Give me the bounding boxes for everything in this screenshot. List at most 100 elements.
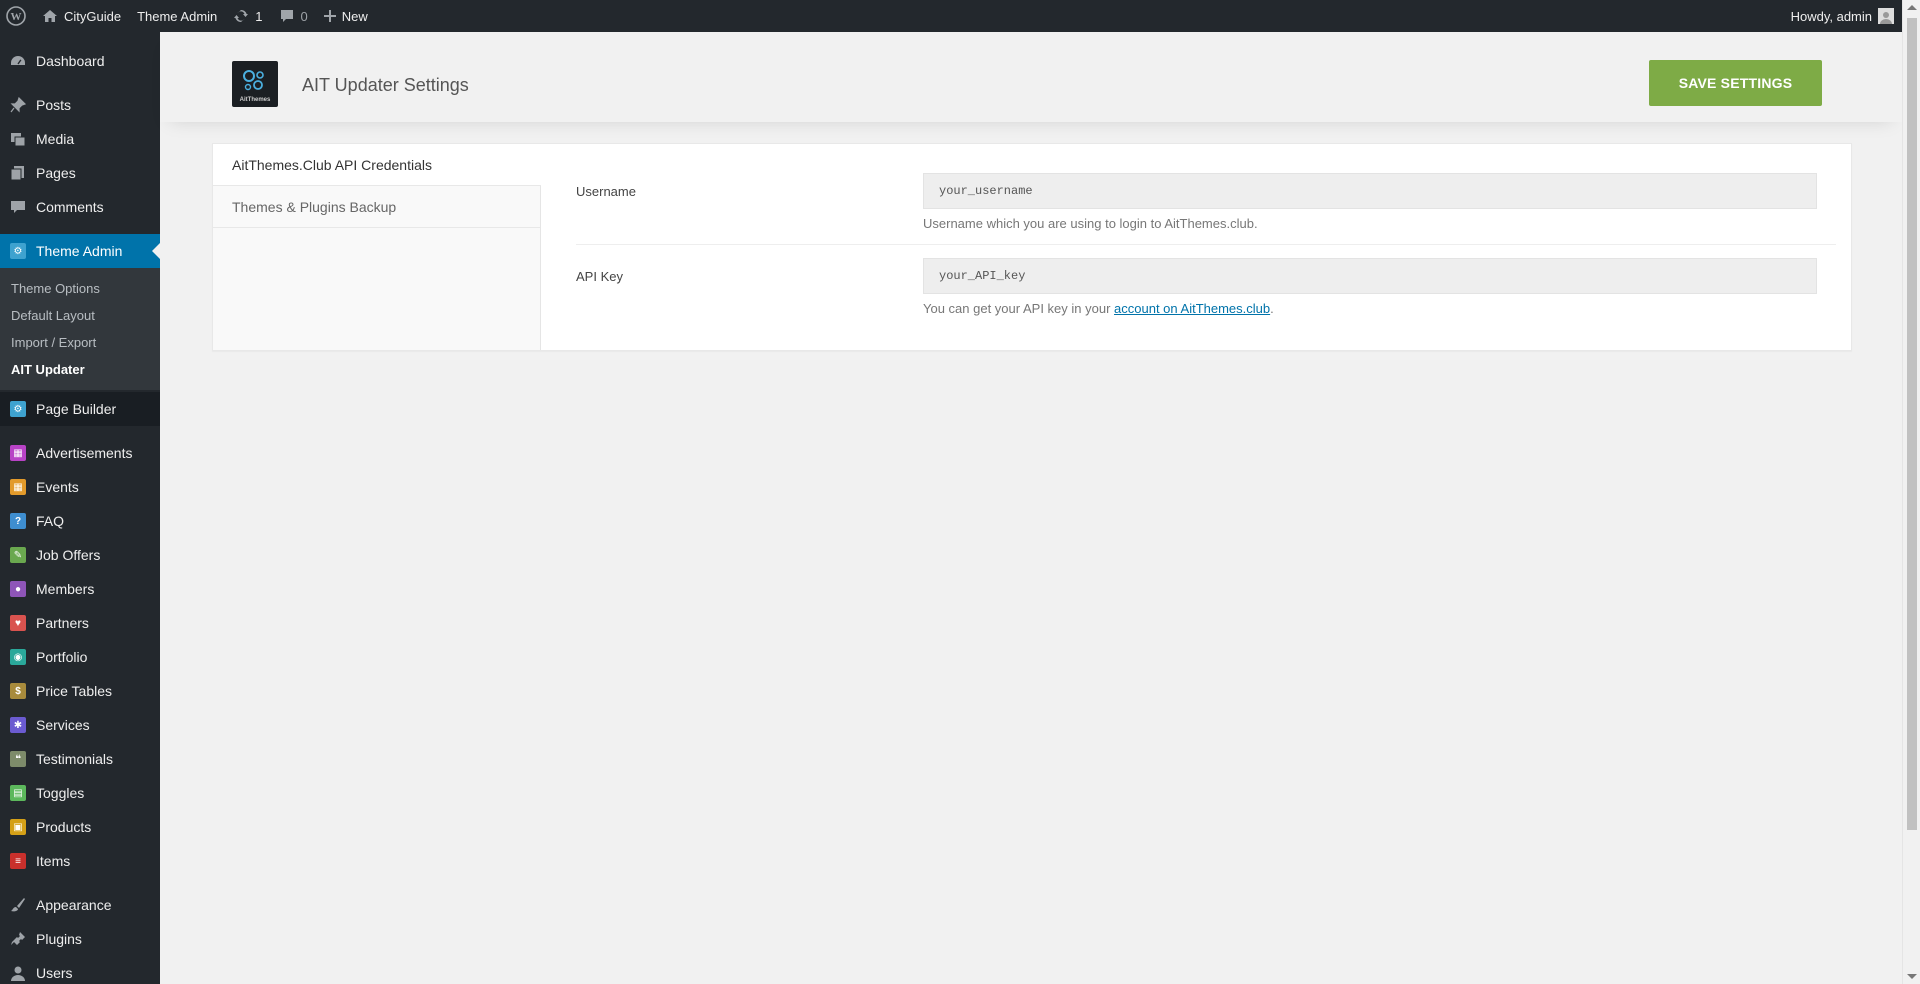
menu-label: FAQ: [36, 513, 65, 529]
aitthemes-account-link[interactable]: account on AitThemes.club: [1114, 301, 1270, 316]
menu-label: Items: [36, 853, 71, 869]
menu-partners[interactable]: ♥ Partners: [0, 606, 160, 640]
dashboard-icon: [10, 53, 26, 69]
menu-label: Theme Admin: [36, 243, 123, 259]
home-icon: [42, 9, 58, 23]
settings-tabs: AitThemes.Club API Credentials Themes & …: [213, 144, 541, 350]
comment-icon: [279, 8, 295, 24]
pin-icon: [10, 97, 26, 113]
menu-label: Users: [36, 965, 73, 981]
menu-label: Plugins: [36, 931, 82, 947]
apikey-help-suffix: .: [1270, 301, 1274, 316]
admin-sidebar: Dashboard Posts Media Pages Comments ⚙ T…: [0, 32, 160, 984]
menu-appearance[interactable]: Appearance: [0, 888, 160, 922]
menu-label: Pages: [36, 165, 76, 181]
site-name: CityGuide: [64, 8, 122, 24]
menu-label: Dashboard: [36, 53, 105, 69]
advertisements-icon: ▦: [10, 445, 26, 461]
list-icon: ≡: [10, 853, 26, 869]
menu-label: Services: [36, 717, 90, 733]
submenu-ait-updater[interactable]: AIT Updater: [0, 356, 160, 383]
menu-comments[interactable]: Comments: [0, 190, 160, 224]
menu-label: Toggles: [36, 785, 85, 801]
menu-label: Media: [36, 131, 75, 147]
menu-posts[interactable]: Posts: [0, 88, 160, 122]
menu-faq[interactable]: ? FAQ: [0, 504, 160, 538]
menu-label: Partners: [36, 615, 89, 631]
calendar-icon: ▦: [10, 479, 26, 495]
updates-link[interactable]: 1: [225, 0, 270, 32]
new-content-link[interactable]: New: [316, 0, 376, 32]
apikey-help: You can get your API key in your account…: [923, 301, 1274, 316]
user-icon: [10, 965, 26, 981]
username-field[interactable]: your_username: [923, 173, 1817, 209]
scrollbar-thumb[interactable]: [1907, 18, 1917, 830]
scroll-up-arrow-icon[interactable]: [1907, 5, 1917, 10]
save-settings-button[interactable]: SAVE SETTINGS: [1649, 60, 1822, 106]
scroll-down-arrow-icon[interactable]: [1907, 974, 1917, 979]
updates-count: 1: [255, 8, 263, 24]
toggles-icon: ▤: [10, 785, 26, 801]
tab-api-credentials[interactable]: AitThemes.Club API Credentials: [213, 144, 541, 186]
menu-label: Members: [36, 581, 95, 597]
menu-advertisements[interactable]: ▦ Advertisements: [0, 436, 160, 470]
job-offers-icon: ✎: [10, 547, 26, 563]
menu-job-offers[interactable]: ✎ Job Offers: [0, 538, 160, 572]
menu-media[interactable]: Media: [0, 122, 160, 156]
menu-testimonials[interactable]: ❝ Testimonials: [0, 742, 160, 776]
menu-page-builder[interactable]: ⚙ Page Builder: [0, 392, 160, 426]
menu-label: Comments: [36, 199, 104, 215]
dollar-icon: $: [10, 683, 26, 699]
menu-theme-admin[interactable]: ⚙ Theme Admin: [0, 234, 160, 268]
menu-label: Advertisements: [36, 445, 133, 461]
menu-label: Price Tables: [36, 683, 113, 699]
apikey-field[interactable]: your_API_key: [923, 258, 1817, 294]
theme-admin-link[interactable]: Theme Admin: [129, 0, 225, 32]
account-menu[interactable]: Howdy, admin: [1783, 0, 1902, 32]
menu-members[interactable]: ● Members: [0, 572, 160, 606]
aitthemes-logo: AitThemes: [232, 61, 278, 107]
menu-portfolio[interactable]: ◉ Portfolio: [0, 640, 160, 674]
new-label: New: [341, 8, 368, 24]
menu-products[interactable]: ▣ Products: [0, 810, 160, 844]
comments-icon: [10, 199, 26, 215]
menu-label: Posts: [36, 97, 72, 113]
services-gear-icon: ✱: [10, 717, 26, 733]
plug-icon: [10, 931, 26, 947]
page-scrollbar[interactable]: [1902, 0, 1920, 984]
theme-admin-submenu: Theme Options Default Layout Import / Ex…: [0, 268, 160, 390]
paintbrush-icon: [10, 897, 26, 913]
products-icon: ▣: [10, 819, 26, 835]
menu-label: Testimonials: [36, 751, 114, 767]
menu-users[interactable]: Users: [0, 956, 160, 984]
media-icon: [10, 131, 26, 147]
wordpress-logo-icon[interactable]: W: [0, 0, 34, 32]
admin-bar: W CityGuide Theme Admin 1 0 New Howdy, a…: [0, 0, 1902, 32]
menu-services[interactable]: ✱ Services: [0, 708, 160, 742]
menu-toggles[interactable]: ▤ Toggles: [0, 776, 160, 810]
site-name-link[interactable]: CityGuide: [34, 0, 129, 32]
tab-backup[interactable]: Themes & Plugins Backup: [213, 186, 540, 228]
menu-price-tables[interactable]: $ Price Tables: [0, 674, 160, 708]
avatar: [1878, 8, 1894, 24]
logo-text: AitThemes: [240, 97, 271, 103]
camera-icon: ◉: [10, 649, 26, 665]
heart-icon: ♥: [10, 615, 26, 631]
submenu-theme-options[interactable]: Theme Options: [0, 275, 160, 302]
apikey-label: API Key: [576, 269, 623, 284]
menu-plugins[interactable]: Plugins: [0, 922, 160, 956]
updates-icon: [233, 8, 249, 24]
menu-events[interactable]: ▦ Events: [0, 470, 160, 504]
menu-pages[interactable]: Pages: [0, 156, 160, 190]
menu-label: Products: [36, 819, 92, 835]
page-builder-icon: ⚙: [10, 401, 26, 417]
username-help: Username which you are using to login to…: [923, 216, 1258, 231]
menu-label: Page Builder: [36, 401, 117, 417]
menu-items[interactable]: ≡ Items: [0, 844, 160, 878]
submenu-import-export[interactable]: Import / Export: [0, 329, 160, 356]
submenu-default-layout[interactable]: Default Layout: [0, 302, 160, 329]
menu-dashboard[interactable]: Dashboard: [0, 44, 160, 78]
question-icon: ?: [10, 513, 26, 529]
menu-label: Events: [36, 479, 79, 495]
comments-link[interactable]: 0: [271, 0, 316, 32]
